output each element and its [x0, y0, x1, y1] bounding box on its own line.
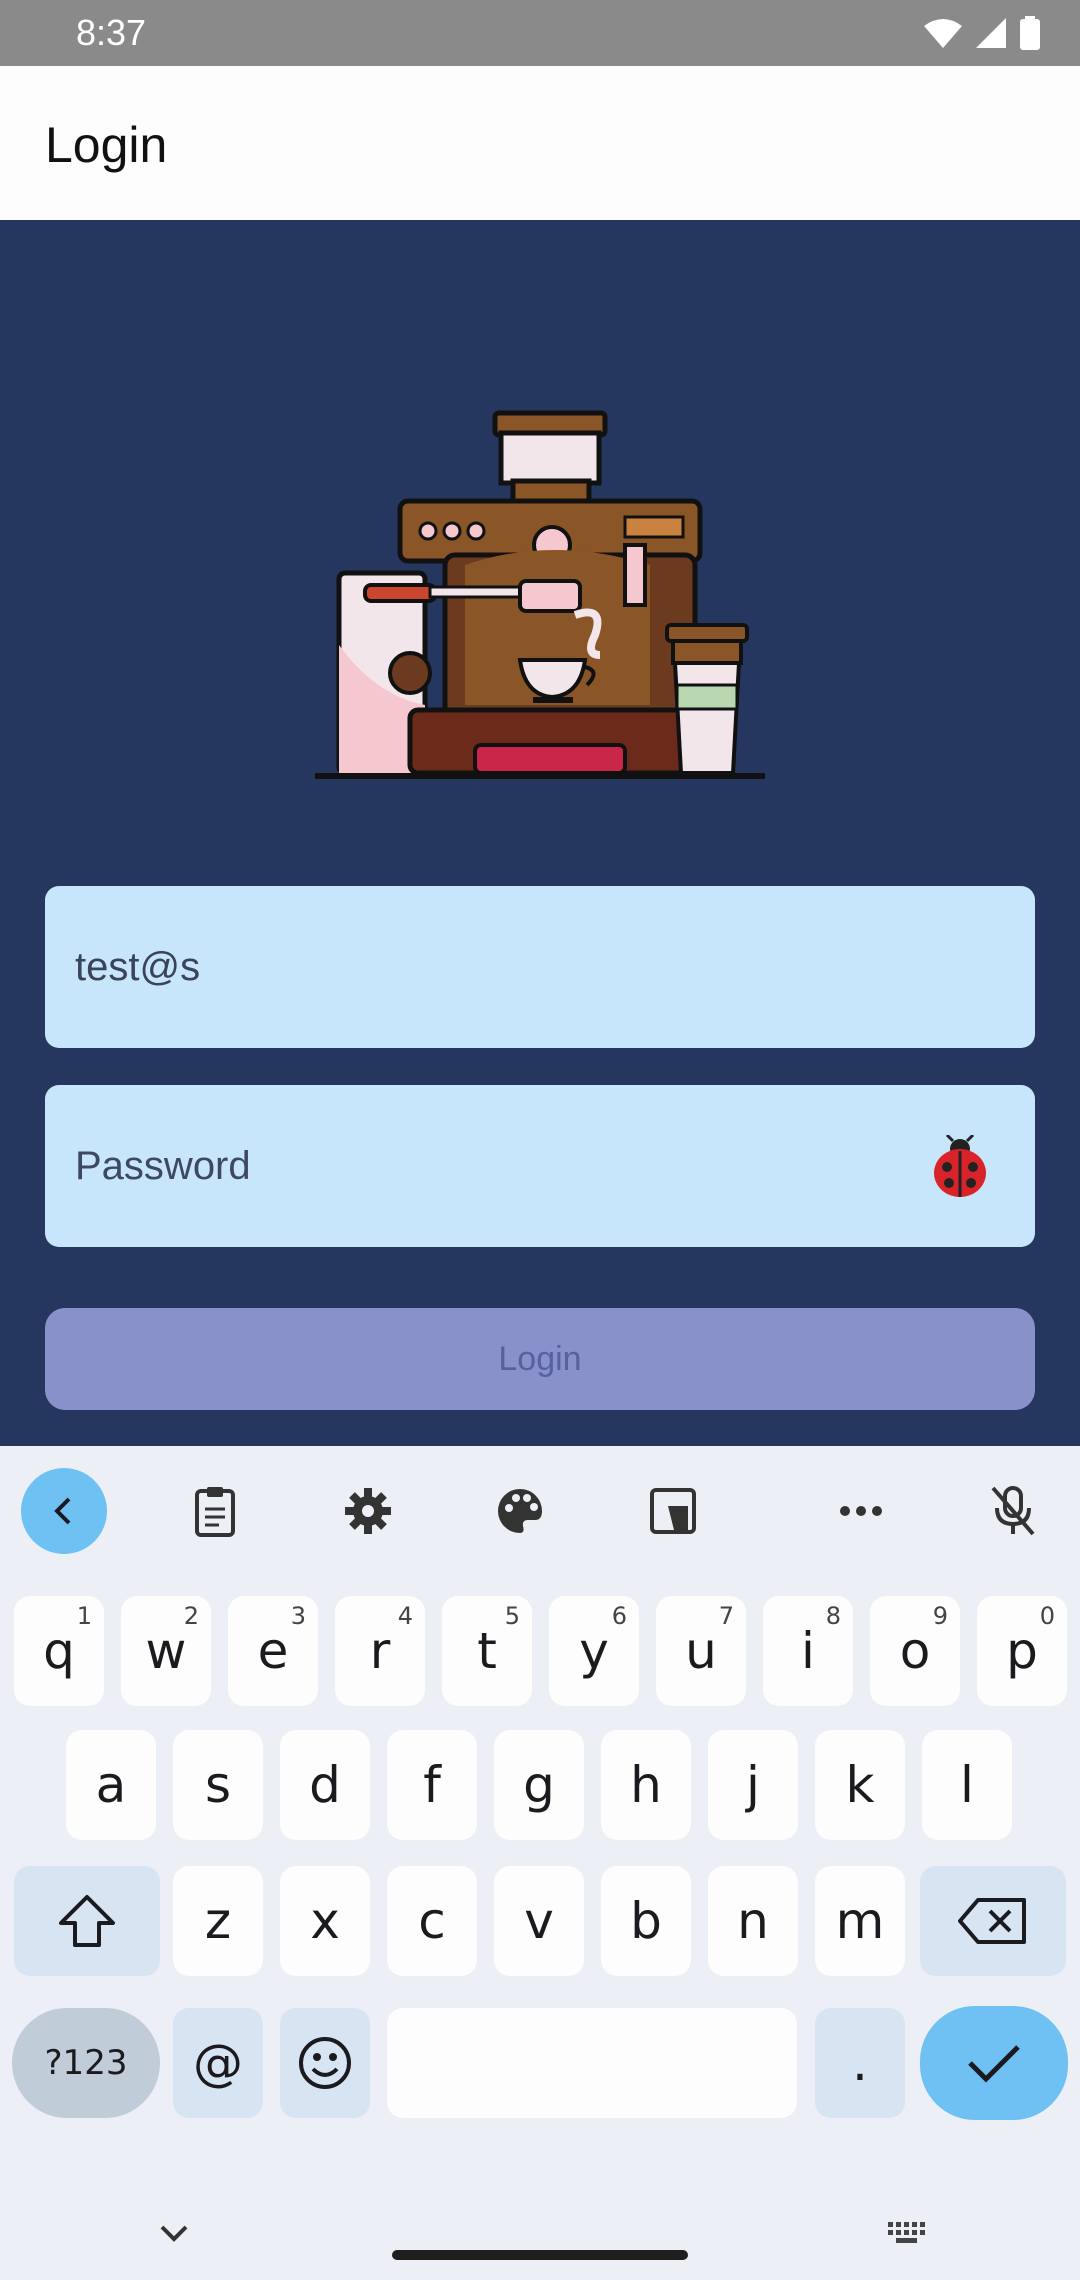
key-k[interactable]: k: [815, 1730, 905, 1840]
key-l[interactable]: l: [922, 1730, 1012, 1840]
password-field[interactable]: [45, 1085, 1035, 1247]
key-o[interactable]: o9: [870, 1596, 960, 1706]
clipboard-icon[interactable]: [172, 1468, 258, 1554]
ladybug-icon[interactable]: [927, 1135, 993, 1201]
key-a[interactable]: a: [66, 1730, 156, 1840]
gear-icon[interactable]: [325, 1468, 411, 1554]
backspace-icon: [958, 1898, 1026, 1944]
at-key[interactable]: @: [173, 2008, 263, 2118]
status-icons: [924, 14, 1040, 52]
check-icon: [968, 2045, 1020, 2083]
key-z[interactable]: z: [173, 1866, 263, 1976]
login-screen: Login: [0, 220, 1080, 1446]
key-s[interactable]: s: [173, 1730, 263, 1840]
hide-keyboard-icon[interactable]: [158, 2222, 190, 2244]
shift-key[interactable]: [14, 1866, 160, 1976]
emoji-key[interactable]: [280, 2008, 370, 2118]
home-handle[interactable]: [392, 2250, 688, 2260]
key-f[interactable]: f: [387, 1730, 477, 1840]
password-input[interactable]: [75, 1133, 935, 1199]
key-x[interactable]: x: [280, 1866, 370, 1976]
chevron-left-icon[interactable]: [21, 1468, 107, 1554]
key-e[interactable]: e3: [228, 1596, 318, 1706]
key-g[interactable]: g: [494, 1730, 584, 1840]
key-h[interactable]: h: [601, 1730, 691, 1840]
wifi-icon: [924, 19, 962, 48]
key-u[interactable]: u7: [656, 1596, 746, 1706]
period-key[interactable]: .: [815, 2008, 905, 2118]
keyboard-toolbar: [0, 1446, 1080, 1576]
key-v[interactable]: v: [494, 1866, 584, 1976]
backspace-key[interactable]: [920, 1866, 1066, 1976]
navigation-bar: [0, 2206, 1080, 2280]
email-field[interactable]: [45, 886, 1035, 1048]
page-title: Login: [45, 117, 168, 173]
palette-icon[interactable]: [477, 1468, 563, 1554]
emoji-icon: [299, 2037, 351, 2089]
key-w[interactable]: w2: [121, 1596, 211, 1706]
key-r[interactable]: r4: [335, 1596, 425, 1706]
enter-key[interactable]: [920, 2006, 1068, 2120]
key-b[interactable]: b: [601, 1866, 691, 1976]
space-key[interactable]: [387, 2008, 797, 2118]
cellular-signal-icon: [976, 18, 1006, 48]
email-input[interactable]: [75, 934, 935, 1000]
symbols-key[interactable]: ?123: [12, 2008, 160, 2118]
floating-keyboard-icon[interactable]: [630, 1468, 716, 1554]
key-q[interactable]: q1: [14, 1596, 104, 1706]
shift-icon: [59, 1895, 115, 1947]
status-time: 8:37: [76, 12, 147, 53]
key-y[interactable]: y6: [549, 1596, 639, 1706]
key-d[interactable]: d: [280, 1730, 370, 1840]
key-t[interactable]: t5: [442, 1596, 532, 1706]
app-bar: Login: [0, 66, 1080, 220]
status-bar: 8:37: [0, 0, 1080, 66]
key-c[interactable]: c: [387, 1866, 477, 1976]
key-i[interactable]: i8: [763, 1596, 853, 1706]
soft-keyboard: q1 w2 e3 r4 t5 y6 u7 i8 o9 p0 a s d f g …: [0, 1446, 1080, 2280]
more-icon[interactable]: [818, 1468, 904, 1554]
key-p[interactable]: p0: [977, 1596, 1067, 1706]
login-button[interactable]: Login: [45, 1308, 1035, 1410]
key-n[interactable]: n: [708, 1866, 798, 1976]
battery-icon: [1020, 16, 1040, 50]
mic-off-icon[interactable]: [970, 1468, 1056, 1554]
keyboard-switcher-icon[interactable]: [886, 2220, 926, 2248]
espresso-machine-illustration: [315, 410, 765, 779]
key-j[interactable]: j: [708, 1730, 798, 1840]
key-m[interactable]: m: [815, 1866, 905, 1976]
